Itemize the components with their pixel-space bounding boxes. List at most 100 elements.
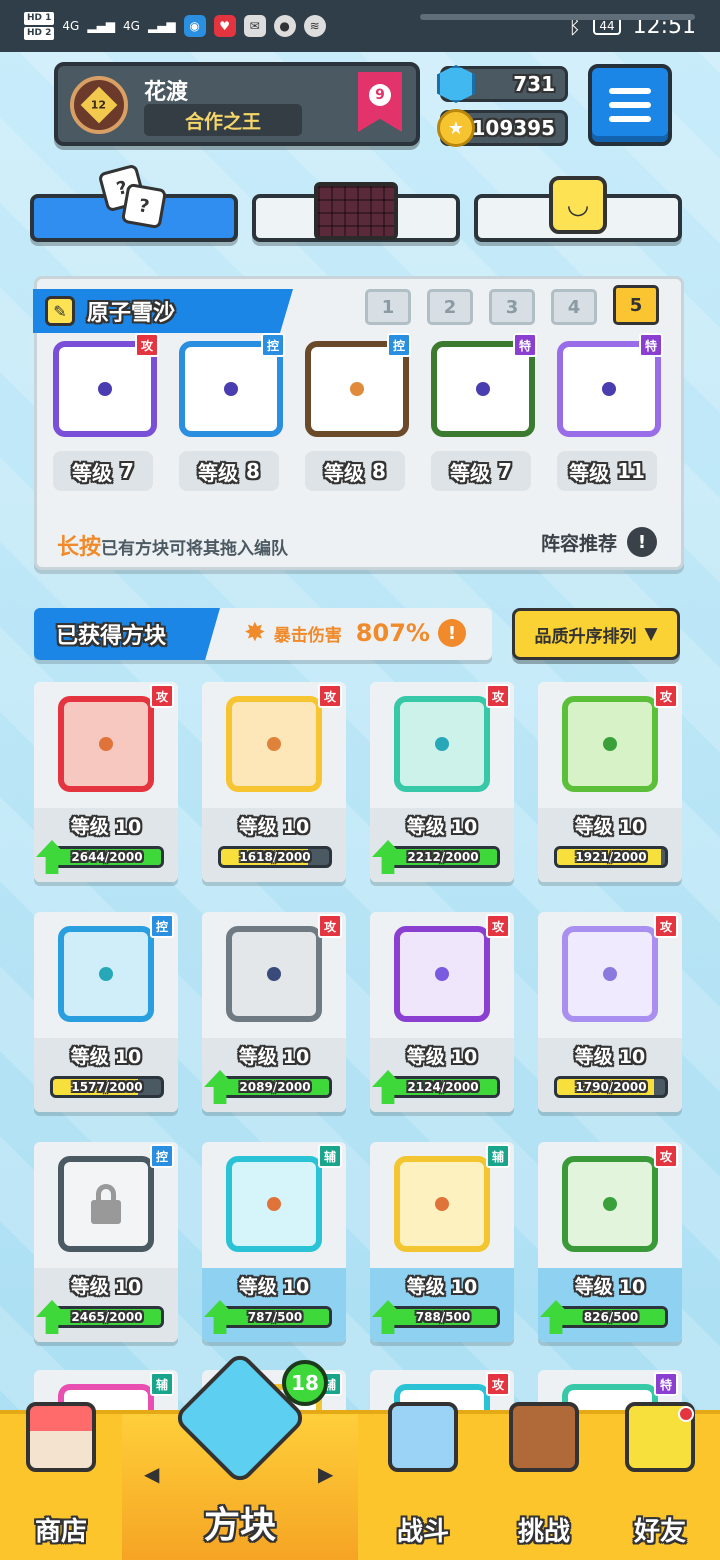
nav-blocks[interactable]: 方块 <box>122 1350 358 1560</box>
lineup-cards: 攻 等级 7 控 等级 8 控 等级 8 特 等级 7 特 等级 11 <box>53 333 665 491</box>
progress-text: 2124/2000 <box>407 1080 479 1094</box>
block-card[interactable]: 攻 等级 10 2644/2000 <box>34 682 178 882</box>
pencil-icon[interactable]: ✎ <box>45 296 75 326</box>
upgrade-progress-bar: 1618/2000 <box>218 846 332 868</box>
lineup-card[interactable]: 控 等级 8 <box>179 333 287 491</box>
nav-right-arrow-icon[interactable]: ▶ <box>318 1462 333 1486</box>
type-badge: 辅 <box>150 1372 174 1396</box>
type-badge: 攻 <box>654 914 678 938</box>
block-frame <box>58 1156 154 1252</box>
progress-text: 787/500 <box>247 1310 303 1324</box>
menu-icon-line <box>609 88 651 94</box>
block-card[interactable]: 辅 等级 10 788/500 <box>370 1142 514 1342</box>
block-card[interactable]: 攻 等级 10 1790/2000 <box>538 912 682 1112</box>
info-icon[interactable]: ! <box>437 619 466 647</box>
block-center-dot <box>99 967 113 981</box>
block-center-dot <box>224 382 238 396</box>
signal-icon-2: ▂▄▆ <box>147 19 176 33</box>
tab-emote[interactable]: ◡ <box>474 176 682 242</box>
deck-tab-5[interactable]: 5 <box>613 285 659 325</box>
sim2-label: HD 2 <box>24 27 55 40</box>
level-pill: 等级 11 <box>557 451 657 491</box>
type-badge: 攻 <box>486 1372 510 1396</box>
progress-text: 2089/2000 <box>239 1080 311 1094</box>
block-card[interactable]: 攻 等级 10 826/500 <box>538 1142 682 1342</box>
recommend-label: 阵容推荐 <box>540 532 617 555</box>
lineup-card[interactable]: 特 等级 11 <box>557 333 665 491</box>
block-card[interactable]: 攻 等级 10 2089/2000 <box>202 912 346 1112</box>
block-center-dot <box>435 1197 449 1211</box>
nav-friends[interactable]: 好友 <box>600 1402 720 1560</box>
block-card[interactable]: 攻 等级 10 2124/2000 <box>370 912 514 1112</box>
block-center-dot <box>350 382 364 396</box>
block-card[interactable]: 控 等级 10 2465/2000 <box>34 1142 178 1342</box>
status-bar: HD 1 HD 2 4G ▂▄▆ 4G ▂▄▆ ◉ ♥ ✉ ● ≋ ᛒ 44 1… <box>0 0 720 52</box>
tab-dice[interactable]: ? ? <box>30 163 238 242</box>
type-badge: 特 <box>513 333 537 357</box>
player-profile-card[interactable]: 12 花渡 合作之王 9 <box>54 62 420 146</box>
nav-blocks-label: 方块 <box>203 1505 276 1546</box>
deck-tab-2[interactable]: 2 <box>427 289 473 325</box>
gem-counter[interactable]: 731 <box>437 65 568 103</box>
block-level: 等级 10 <box>538 1042 682 1069</box>
sort-dropdown[interactable]: 品质升序排列 ▼ <box>512 608 680 660</box>
avatar-level: 12 <box>91 98 107 112</box>
deck-name: 原子雪沙 <box>87 301 176 326</box>
nav-left-arrow-icon[interactable]: ◀ <box>144 1462 159 1486</box>
exclamation-icon: ! <box>627 527 657 557</box>
lineup-card[interactable]: 特 等级 7 <box>431 333 539 491</box>
block-card[interactable]: 攻 等级 10 1618/2000 <box>202 682 346 882</box>
block-frame <box>394 926 490 1022</box>
progress-text: 2212/2000 <box>407 850 479 864</box>
nav-shop[interactable]: 商店 <box>0 1402 122 1560</box>
player-avatar[interactable]: 12 <box>70 76 128 134</box>
block-center-dot <box>603 737 617 751</box>
block-frame <box>562 1156 658 1252</box>
gem-icon <box>437 65 475 103</box>
deck-tab-3[interactable]: 3 <box>489 289 535 325</box>
lineup-recommend-button[interactable]: 阵容推荐 ! <box>541 527 657 557</box>
level-value: 8 <box>372 459 386 483</box>
coin-counter[interactable]: ★ 109395 <box>437 109 568 147</box>
dropdown-arrow-icon: ▼ <box>644 624 658 644</box>
crit-value: 807% <box>355 619 430 647</box>
block-frame <box>562 926 658 1022</box>
progress-text: 2644/2000 <box>71 850 143 864</box>
nav-friends-label: 好友 <box>633 1517 686 1547</box>
level-label: 等级 <box>406 1046 445 1068</box>
block-card[interactable]: 辅 等级 10 787/500 <box>202 1142 346 1342</box>
menu-button[interactable] <box>588 64 672 146</box>
deck-tab-4[interactable]: 4 <box>551 289 597 325</box>
block-card[interactable]: 攻 等级 10 1921/2000 <box>538 682 682 882</box>
lineup-card[interactable]: 控 等级 8 <box>305 333 413 491</box>
deck-name-banner[interactable]: ✎ 原子雪沙 <box>33 289 293 333</box>
block-card[interactable]: 控 等级 10 1577/2000 <box>34 912 178 1112</box>
tab-board[interactable] <box>252 182 460 242</box>
type-badge: 攻 <box>150 684 174 708</box>
level-label: 等级 <box>569 460 610 485</box>
level-pill: 等级 8 <box>305 451 405 491</box>
nav-battle[interactable]: 战斗 <box>358 1402 488 1560</box>
level-label: 等级 <box>238 1276 277 1298</box>
nav-challenge[interactable]: 挑战 <box>488 1402 600 1560</box>
progress-text: 1577/2000 <box>71 1080 143 1094</box>
level-label: 等级 <box>70 1276 109 1298</box>
block-frame <box>226 1156 322 1252</box>
level-value: 10 <box>450 1046 478 1068</box>
block-center-dot <box>98 382 112 396</box>
crit-damage-info[interactable]: ✸ 暴击伤害 807% ! <box>244 618 466 648</box>
level-label: 等级 <box>574 816 613 838</box>
level-badge-icon: 12 <box>80 86 118 124</box>
lineup-card[interactable]: 攻 等级 7 <box>53 333 161 491</box>
level-value: 10 <box>114 1276 142 1298</box>
rank-ribbon-icon[interactable]: 9 <box>358 72 402 132</box>
block-center-dot <box>267 967 281 981</box>
block-center-dot <box>476 382 490 396</box>
block-center-dot <box>603 1197 617 1211</box>
block-center-dot <box>435 967 449 981</box>
level-value: 7 <box>120 459 134 483</box>
deck-tab-1[interactable]: 1 <box>365 289 411 325</box>
sim1-label: HD 1 <box>24 12 55 25</box>
level-pill: 等级 7 <box>53 451 153 491</box>
block-card[interactable]: 攻 等级 10 2212/2000 <box>370 682 514 882</box>
